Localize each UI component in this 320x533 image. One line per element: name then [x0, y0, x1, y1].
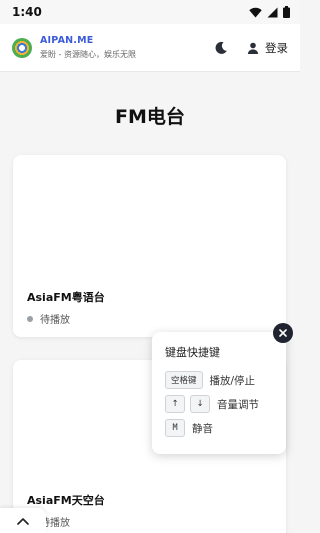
shortcut-row-mute: M 静音	[165, 419, 273, 437]
station-name: AsiaFM粤语台	[27, 291, 105, 304]
chevron-up-icon	[17, 517, 29, 525]
signal-icon	[267, 7, 278, 17]
shortcut-row-play: 空格键 播放/停止	[165, 371, 273, 389]
key-m: M	[165, 419, 185, 437]
brand-slogan: 爱盼 - 资源随心，娱乐无限	[40, 50, 136, 59]
key-arrow-up: ↑	[165, 395, 185, 413]
close-icon	[279, 329, 287, 337]
station-name: AsiaFM天空台	[27, 494, 105, 507]
shortcuts-title: 键盘快捷键	[165, 346, 220, 359]
shortcut-action: 播放/停止	[209, 374, 256, 387]
header-actions: 登录	[207, 34, 288, 62]
battery-icon	[283, 6, 290, 18]
scroll-to-top-button[interactable]	[0, 508, 46, 533]
site-header: AIPAN.ME 爱盼 - 资源随心，娱乐无限 登录	[0, 24, 300, 72]
key-space: 空格键	[165, 371, 203, 389]
station-card[interactable]: AsiaFM粤语台 待播放	[13, 155, 286, 337]
close-shortcuts-button[interactable]	[273, 323, 293, 343]
user-icon	[247, 42, 259, 54]
status-bar: 1:40	[0, 0, 300, 24]
page-title: FM电台	[115, 106, 185, 128]
moon-icon	[215, 41, 227, 54]
station-status: 待播放	[27, 311, 70, 326]
login-button[interactable]: 登录	[247, 40, 288, 56]
status-dot	[27, 315, 33, 322]
theme-toggle-button[interactable]	[207, 34, 235, 62]
shortcut-action: 音量调节	[217, 398, 259, 411]
status-icons	[249, 6, 290, 18]
shortcut-action: 静音	[192, 422, 213, 435]
site-logo[interactable]	[12, 37, 32, 58]
login-label: 登录	[265, 40, 288, 55]
keyboard-shortcuts-panel: 键盘快捷键 空格键 播放/停止 ↑ ↓ 音量调节 M 静音	[152, 332, 286, 454]
brand[interactable]: AIPAN.ME 爱盼 - 资源随心，娱乐无限	[40, 35, 136, 60]
shortcut-row-volume: ↑ ↓ 音量调节	[165, 395, 273, 413]
wifi-icon	[249, 7, 262, 17]
status-time: 1:40	[12, 5, 42, 19]
station-status-label: 待播放	[40, 315, 70, 326]
key-arrow-down: ↓	[190, 395, 210, 413]
brand-name[interactable]: AIPAN.ME	[40, 35, 136, 46]
